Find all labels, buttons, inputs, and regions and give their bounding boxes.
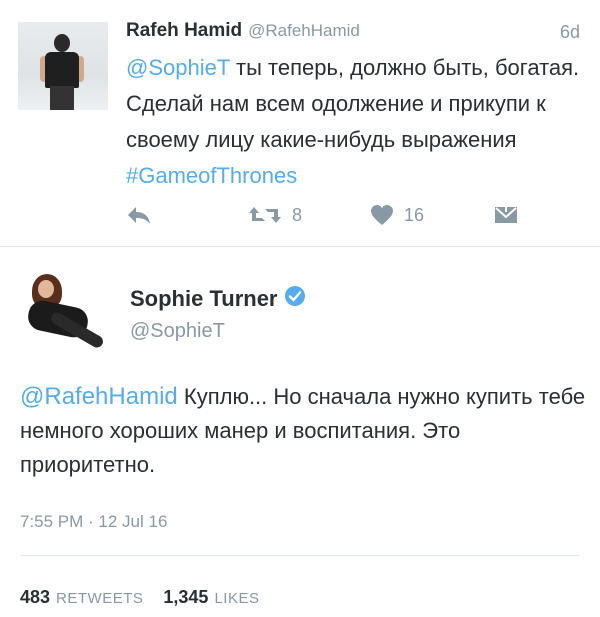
tweet-divider <box>0 246 600 247</box>
hashtag-link[interactable]: #GameofThrones <box>126 163 297 188</box>
retweets-count: 483 <box>20 587 51 607</box>
retweets-stat[interactable]: 483 RETWEETS <box>20 587 143 608</box>
author-handle[interactable]: @SophieT <box>130 320 225 343</box>
tweet-header: Rafeh Hamid @RafehHamid <box>126 20 360 42</box>
avatar-head-shape <box>54 34 70 52</box>
reply-icon <box>126 204 152 226</box>
avatar-sophie-turner[interactable] <box>18 268 108 358</box>
retweet-count: 8 <box>292 204 303 225</box>
likes-label: LIKES <box>214 590 260 607</box>
heart-icon <box>370 204 394 226</box>
likes-count: 1,345 <box>163 587 209 607</box>
stats-divider <box>20 555 580 556</box>
like-count: 16 <box>404 204 425 225</box>
tweet-timestamp[interactable]: 6d <box>560 22 580 43</box>
likes-stat[interactable]: 1,345 LIKES <box>163 587 259 608</box>
retweets-label: RETWEETS <box>56 590 144 607</box>
avatar-legs-shape <box>50 86 74 110</box>
tweet-actions: 8 16 <box>0 200 600 230</box>
tweet-text: @SophieT ты теперь, должно быть, богатая… <box>126 50 586 194</box>
verified-badge-icon <box>284 285 306 313</box>
avatar-face-shape <box>38 280 54 298</box>
mention-link[interactable]: @SophieT <box>126 55 230 80</box>
author-handle[interactable]: @RafehHamid <box>248 21 360 40</box>
retweet-icon <box>248 205 282 225</box>
author-name[interactable]: Rafeh Hamid <box>126 20 242 41</box>
avatar-rafeh-hamid[interactable] <box>18 22 108 110</box>
tweet-stats: 483 RETWEETS 1,345 LIKES <box>20 587 259 608</box>
retweet-button[interactable]: 8 <box>248 200 302 230</box>
tweet-reply: Rafeh Hamid @RafehHamid 6d @SophieT ты те… <box>0 0 600 246</box>
author-name[interactable]: Sophie Turner <box>130 286 278 312</box>
mention-link[interactable]: @RafehHamid <box>20 383 178 410</box>
tweet-text: @RafehHamid Куплю... Но сначала нужно ку… <box>20 380 590 482</box>
avatar-body-shape <box>45 52 79 88</box>
reply-button[interactable] <box>126 200 152 230</box>
author-name-row: Sophie Turner <box>130 285 306 313</box>
like-button[interactable]: 16 <box>370 200 424 230</box>
tweet-timestamp[interactable]: 7:55 PM · 12 Jul 16 <box>20 512 167 532</box>
direct-message-icon <box>494 204 518 226</box>
direct-message-button[interactable] <box>494 200 518 230</box>
